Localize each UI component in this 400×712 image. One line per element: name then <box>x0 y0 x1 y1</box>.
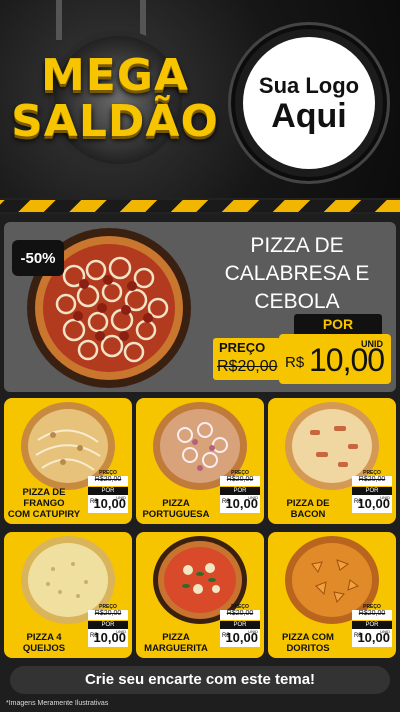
new-price-box: UNID R$ 10,00 <box>279 334 391 384</box>
mini-currency: R$ <box>90 499 98 505</box>
mini-old-price: R$20,00 <box>352 476 392 486</box>
mini-por-label: POR <box>88 487 128 495</box>
product-card[interactable]: PIZZA PORTUGUESA PREÇO R$20,00 POR 10,00… <box>136 398 264 524</box>
product-name-line: PIZZA DE <box>286 498 330 509</box>
mini-por-label: POR <box>220 621 260 629</box>
product-name-line: PORTUGUESA <box>142 509 210 520</box>
product-name: PIZZA DE BACON <box>270 498 346 520</box>
product-name-line: PIZZA DE FRANGO <box>22 487 66 509</box>
hazard-stripe-divider <box>0 198 400 214</box>
currency-label: R$ <box>285 354 305 371</box>
mini-unit: UNID <box>116 495 126 500</box>
product-name: PIZZA MARGUERITA <box>138 632 214 654</box>
mini-currency: R$ <box>354 633 362 639</box>
featured-title-line: PIZZA DE <box>250 234 344 257</box>
product-name: PIZZA DE FRANGO COM CATUPIRY <box>6 487 82 520</box>
logo-placeholder[interactable]: Sua Logo Aqui <box>228 22 390 184</box>
mini-currency: R$ <box>222 633 230 639</box>
mini-price-tag: PREÇO R$20,00 POR 10,00 R$ UNID <box>220 604 260 652</box>
mini-por-label: POR <box>220 487 260 495</box>
mini-por-label: POR <box>88 621 128 629</box>
product-card[interactable]: PIZZA 4 QUEIJOS PREÇO R$20,00 POR 10,00 … <box>4 532 132 658</box>
old-price: R$20,00 <box>217 358 278 375</box>
headline-mega: MEGA <box>40 50 189 101</box>
product-name-line: PIZZA <box>162 498 190 509</box>
mini-por-label: POR <box>352 487 392 495</box>
new-price: 10,00 <box>309 342 385 378</box>
mini-por-label: POR <box>352 621 392 629</box>
mini-currency: R$ <box>354 499 362 505</box>
chain-decoration <box>56 0 62 40</box>
mini-price-tag: PREÇO R$20,00 POR 10,00 R$ UNID <box>220 470 260 518</box>
mini-currency: R$ <box>90 633 98 639</box>
product-name-line: PIZZA COM <box>282 632 334 643</box>
product-name-line: DORITOS <box>286 643 330 654</box>
logo-text-line2: Aqui <box>271 97 347 135</box>
product-name-line: MARGUERITA <box>144 643 208 654</box>
logo-text-line1: Sua Logo <box>258 73 360 98</box>
product-name: PIZZA 4 QUEIJOS <box>6 632 82 654</box>
mini-price-tag: PREÇO R$20,00 POR 10,00 R$ UNID <box>352 470 392 518</box>
product-name-line: QUEIJOS <box>22 643 66 654</box>
old-price-box: PREÇO R$20,00 <box>213 338 281 380</box>
mini-old-price: R$20,00 <box>220 610 260 620</box>
preco-label: PREÇO <box>219 340 266 355</box>
product-name: PIZZA COM DORITOS <box>270 632 346 654</box>
product-name: PIZZA PORTUGUESA <box>138 498 214 520</box>
por-label: POR <box>294 314 382 334</box>
product-name-line: PIZZA <box>162 632 190 643</box>
mini-price-tag: PREÇO R$20,00 POR 10,00 R$ UNID <box>88 470 128 518</box>
mini-unit: UNID <box>248 629 258 634</box>
mini-unit: UNID <box>380 629 390 634</box>
discount-badge: -50% <box>12 240 64 276</box>
product-card[interactable]: PIZZA DE BACON PREÇO R$20,00 POR 10,00 R… <box>268 398 396 524</box>
mini-old-price: R$20,00 <box>88 610 128 620</box>
mini-old-price: R$20,00 <box>220 476 260 486</box>
cta-banner[interactable]: Crie seu encarte com este tema! <box>10 666 390 694</box>
product-name-line: PIZZA 4 <box>26 632 62 643</box>
featured-title-line: CEBOLA <box>254 290 340 313</box>
featured-title: PIZZA DE CALABRESA E CEBOLA <box>204 232 390 316</box>
mini-old-price: R$20,00 <box>352 610 392 620</box>
mini-unit: UNID <box>248 495 258 500</box>
header-banner: MEGA SALDÃO Sua Logo Aqui <box>0 0 400 198</box>
mini-unit: UNID <box>116 629 126 634</box>
disclaimer-text: *Imagens Meramente Ilustrativas <box>6 700 109 707</box>
product-card[interactable]: PIZZA COM DORITOS PREÇO R$20,00 POR 10,0… <box>268 532 396 658</box>
mini-price-tag: PREÇO R$20,00 POR 10,00 R$ UNID <box>352 604 392 652</box>
headline-saldao: SALDÃO <box>11 96 219 147</box>
mini-old-price: R$20,00 <box>88 476 128 486</box>
featured-title-line: CALABRESA E <box>224 262 370 285</box>
mini-unit: UNID <box>380 495 390 500</box>
product-name-line: BACON <box>290 509 326 520</box>
mini-price-tag: PREÇO R$20,00 POR 10,00 R$ UNID <box>88 604 128 652</box>
mini-currency: R$ <box>222 499 230 505</box>
product-card[interactable]: PIZZA DE FRANGO COM CATUPIRY PREÇO R$20,… <box>4 398 132 524</box>
logo-circle: Sua Logo Aqui <box>243 37 375 169</box>
product-card[interactable]: PIZZA MARGUERITA PREÇO R$20,00 POR 10,00… <box>136 532 264 658</box>
product-name-line: COM CATUPIRY <box>7 509 81 520</box>
